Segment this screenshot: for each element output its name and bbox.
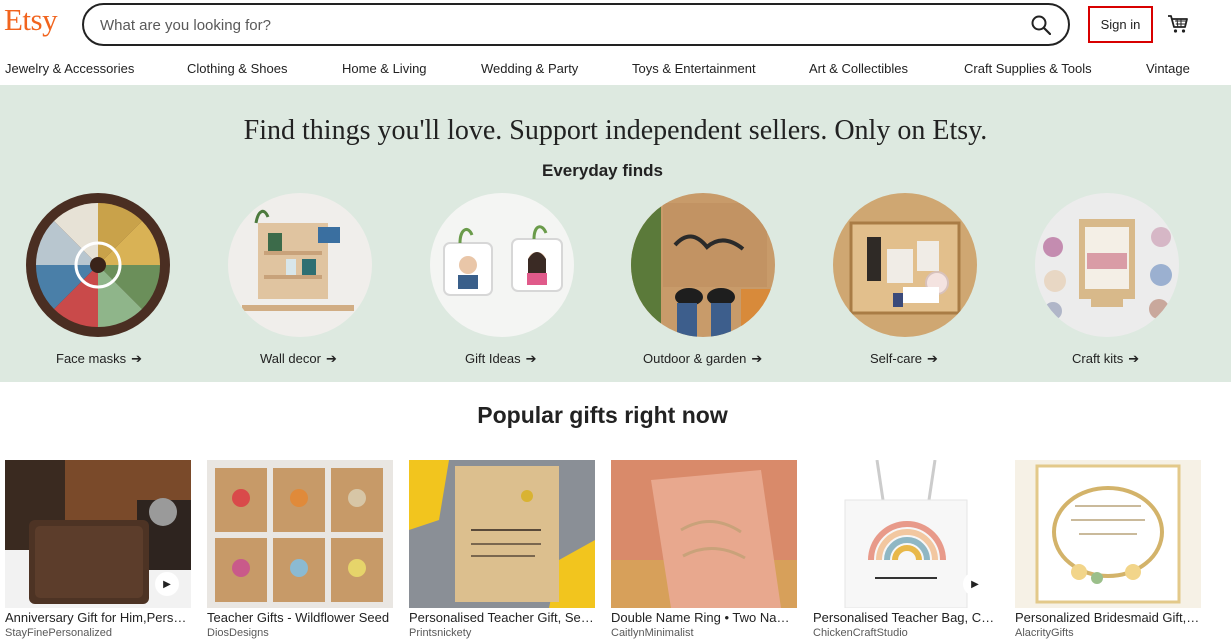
product-image[interactable]: ▶: [5, 460, 191, 608]
category-nav: Jewelry & Accessories Clothing & Shoes H…: [0, 56, 1231, 84]
product-card[interactable]: ▶ Personalised Teacher Bag, Cotton Chick…: [813, 460, 999, 644]
search-icon[interactable]: [1031, 15, 1051, 35]
arrow-right-icon: ➔: [131, 351, 142, 366]
category-jewelry-accessories[interactable]: Jewelry & Accessories: [5, 61, 134, 76]
product-image[interactable]: [1015, 460, 1201, 608]
product-name[interactable]: Personalised Teacher Gift, Seed: [409, 610, 595, 625]
product-card[interactable]: Teacher Gifts - Wildflower Seed DiosDesi…: [207, 460, 393, 644]
category-art-collectibles[interactable]: Art & Collectibles: [809, 61, 908, 76]
outdoor-garden-image[interactable]: [631, 193, 775, 337]
product-name[interactable]: Personalized Bridesmaid Gift, Bracelet: [1015, 610, 1201, 625]
product-card[interactable]: Double Name Ring • Two Name Ring Caitlyn…: [611, 460, 797, 644]
product-name[interactable]: Personalised Teacher Bag, Cotton: [813, 610, 999, 625]
product-image[interactable]: ▶: [813, 460, 999, 608]
self-care-link[interactable]: Self-care ➔: [870, 351, 938, 367]
category-clothing-shoes[interactable]: Clothing & Shoes: [187, 61, 287, 76]
sign-in-button[interactable]: Sign in: [1088, 6, 1153, 43]
product-name[interactable]: Teacher Gifts - Wildflower Seed: [207, 610, 393, 625]
arrow-right-icon: ➔: [1128, 351, 1140, 366]
arrow-right-icon: ➔: [325, 351, 337, 366]
category-home-living[interactable]: Home & Living: [342, 61, 427, 76]
shop-name: Printsnickety: [409, 627, 472, 639]
product-card[interactable]: ▶ Anniversary Gift for Him,Personalized …: [5, 460, 191, 644]
search-bar[interactable]: [82, 3, 1070, 46]
face-masks-image[interactable]: [26, 193, 170, 337]
hero-subtitle: Everyday finds: [542, 161, 663, 180]
wall-decor-link[interactable]: Wall decor ➔: [260, 351, 337, 367]
craft-kits-image[interactable]: [1035, 193, 1179, 337]
play-icon[interactable]: ▶: [155, 572, 179, 596]
product-card[interactable]: Personalised Teacher Gift, Seed Printsni…: [409, 460, 595, 644]
gift-ideas-image[interactable]: [430, 193, 574, 337]
hero-section: Find things you'll love. Support indepen…: [0, 85, 1231, 382]
cart-icon[interactable]: [1167, 13, 1189, 35]
shop-name: DiosDesigns: [207, 627, 269, 639]
product-image[interactable]: [207, 460, 393, 608]
arrow-right-icon: ➔: [525, 351, 537, 366]
play-icon[interactable]: ▶: [963, 572, 987, 596]
category-toys-entertainment[interactable]: Toys & Entertainment: [632, 61, 756, 76]
hero-title: Find things you'll love. Support indepen…: [243, 115, 988, 146]
gift-ideas-link[interactable]: Gift Ideas ➔: [465, 351, 537, 367]
category-wedding-party[interactable]: Wedding & Party: [481, 61, 578, 76]
product-image[interactable]: [611, 460, 797, 608]
face-masks-link[interactable]: Face masks ➔: [56, 351, 142, 367]
self-care-image[interactable]: [833, 193, 977, 337]
wall-decor-image[interactable]: [228, 193, 372, 337]
product-name[interactable]: Double Name Ring • Two Name Ring: [611, 610, 797, 625]
shop-name: AlacrityGifts: [1015, 627, 1074, 639]
shop-name: CaitlynMinimalist: [611, 627, 694, 639]
product-name[interactable]: Anniversary Gift for Him,Personalized: [5, 610, 191, 625]
category-vintage[interactable]: Vintage: [1146, 61, 1190, 76]
header: Etsy Sign in: [0, 0, 1231, 50]
arrow-right-icon: ➔: [751, 351, 763, 366]
product-card[interactable]: Personalized Bridesmaid Gift, Bracelet A…: [1015, 460, 1201, 644]
outdoor-garden-link[interactable]: Outdoor & garden ➔: [643, 351, 762, 367]
etsy-logo[interactable]: Etsy: [4, 2, 58, 38]
popular-gifts-title: Popular gifts right now: [477, 402, 728, 428]
search-input[interactable]: [100, 15, 1000, 35]
arrow-right-icon: ➔: [927, 351, 938, 366]
product-image[interactable]: [409, 460, 595, 608]
category-craft-supplies-tools[interactable]: Craft Supplies & Tools: [964, 61, 1092, 76]
shop-name: ChickenCraftStudio: [813, 627, 908, 639]
shop-name: StayFinePersonalized: [5, 627, 113, 639]
craft-kits-link[interactable]: Craft kits ➔: [1072, 351, 1139, 367]
